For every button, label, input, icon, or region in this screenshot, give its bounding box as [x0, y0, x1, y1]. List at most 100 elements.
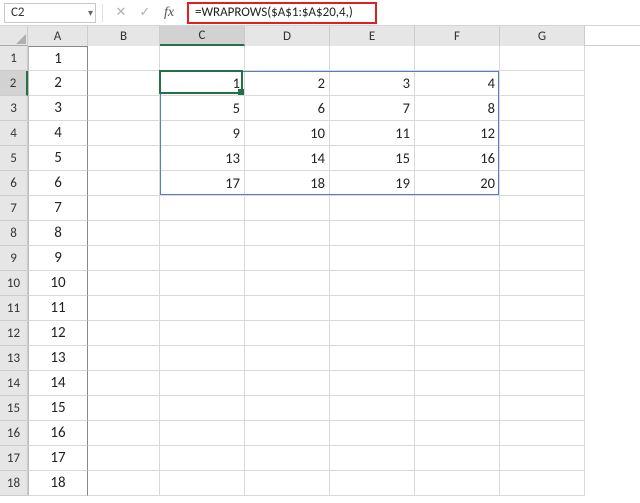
cell-C2[interactable]: 1: [160, 71, 245, 96]
column-header-C[interactable]: C: [160, 26, 245, 46]
cell-D11[interactable]: [245, 296, 330, 321]
fx-icon[interactable]: fx: [161, 5, 177, 21]
cell-C17[interactable]: [160, 446, 245, 471]
cell-F14[interactable]: [415, 371, 500, 396]
cell-G5[interactable]: [500, 146, 585, 171]
cell-D16[interactable]: [245, 421, 330, 446]
row-header-1[interactable]: 1: [0, 46, 28, 71]
cell-D15[interactable]: [245, 396, 330, 421]
cell-C15[interactable]: [160, 396, 245, 421]
row-header-10[interactable]: 10: [0, 271, 28, 296]
cell-B2[interactable]: [88, 71, 160, 96]
cell-D14[interactable]: [245, 371, 330, 396]
cell-F18[interactable]: [415, 471, 500, 496]
cell-F9[interactable]: [415, 246, 500, 271]
cell-G13[interactable]: [500, 346, 585, 371]
cell-F13[interactable]: [415, 346, 500, 371]
cell-E13[interactable]: [330, 346, 415, 371]
cell-C11[interactable]: [160, 296, 245, 321]
cell-B1[interactable]: [88, 46, 160, 71]
cell-A9[interactable]: 9: [28, 246, 88, 271]
cell-F6[interactable]: 20: [415, 171, 500, 196]
cell-F1[interactable]: [415, 46, 500, 71]
cell-G17[interactable]: [500, 446, 585, 471]
row-header-15[interactable]: 15: [0, 396, 28, 421]
row-header-3[interactable]: 3: [0, 96, 28, 121]
cell-C18[interactable]: [160, 471, 245, 496]
cell-B17[interactable]: [88, 446, 160, 471]
spreadsheet-grid[interactable]: ABCDEFG112212343356784491011125513141516…: [0, 26, 640, 496]
cell-B7[interactable]: [88, 196, 160, 221]
cell-A16[interactable]: 16: [28, 421, 88, 446]
cell-E16[interactable]: [330, 421, 415, 446]
select-all-corner[interactable]: [0, 26, 28, 46]
cell-A18[interactable]: 18: [28, 471, 88, 496]
cell-D18[interactable]: [245, 471, 330, 496]
row-header-13[interactable]: 13: [0, 346, 28, 371]
column-header-B[interactable]: B: [88, 26, 160, 46]
row-header-12[interactable]: 12: [0, 321, 28, 346]
cell-A1[interactable]: 1: [28, 46, 88, 71]
cell-E11[interactable]: [330, 296, 415, 321]
cell-B18[interactable]: [88, 471, 160, 496]
cell-F12[interactable]: [415, 321, 500, 346]
cell-A3[interactable]: 3: [28, 96, 88, 121]
cell-E8[interactable]: [330, 221, 415, 246]
column-header-F[interactable]: F: [415, 26, 500, 46]
cell-C12[interactable]: [160, 321, 245, 346]
cell-F4[interactable]: 12: [415, 121, 500, 146]
cell-E7[interactable]: [330, 196, 415, 221]
cell-G15[interactable]: [500, 396, 585, 421]
cell-B3[interactable]: [88, 96, 160, 121]
cell-B11[interactable]: [88, 296, 160, 321]
column-header-G[interactable]: G: [500, 26, 585, 46]
column-header-A[interactable]: A: [28, 26, 88, 46]
cell-F11[interactable]: [415, 296, 500, 321]
row-header-8[interactable]: 8: [0, 221, 28, 246]
cell-F16[interactable]: [415, 421, 500, 446]
cell-B16[interactable]: [88, 421, 160, 446]
cell-A8[interactable]: 8: [28, 221, 88, 246]
cell-G6[interactable]: [500, 171, 585, 196]
cell-E1[interactable]: [330, 46, 415, 71]
cell-C5[interactable]: 13: [160, 146, 245, 171]
cell-B14[interactable]: [88, 371, 160, 396]
cell-D2[interactable]: 2: [245, 71, 330, 96]
cell-D8[interactable]: [245, 221, 330, 246]
row-header-6[interactable]: 6: [0, 171, 28, 196]
row-header-4[interactable]: 4: [0, 121, 28, 146]
cell-G12[interactable]: [500, 321, 585, 346]
cell-G9[interactable]: [500, 246, 585, 271]
cell-D9[interactable]: [245, 246, 330, 271]
cell-C16[interactable]: [160, 421, 245, 446]
cell-F15[interactable]: [415, 396, 500, 421]
cell-F10[interactable]: [415, 271, 500, 296]
cell-D12[interactable]: [245, 321, 330, 346]
cell-C3[interactable]: 5: [160, 96, 245, 121]
cell-A17[interactable]: 17: [28, 446, 88, 471]
cell-A11[interactable]: 11: [28, 296, 88, 321]
cell-A5[interactable]: 5: [28, 146, 88, 171]
cell-G2[interactable]: [500, 71, 585, 96]
cell-E15[interactable]: [330, 396, 415, 421]
cell-E3[interactable]: 7: [330, 96, 415, 121]
cell-A6[interactable]: 6: [28, 171, 88, 196]
cell-B12[interactable]: [88, 321, 160, 346]
cell-B9[interactable]: [88, 246, 160, 271]
cell-C6[interactable]: 17: [160, 171, 245, 196]
cell-C4[interactable]: 9: [160, 121, 245, 146]
cell-E14[interactable]: [330, 371, 415, 396]
cell-C10[interactable]: [160, 271, 245, 296]
cell-G18[interactable]: [500, 471, 585, 496]
name-box[interactable]: C2 ▾: [4, 3, 96, 23]
cell-D13[interactable]: [245, 346, 330, 371]
column-header-D[interactable]: D: [245, 26, 330, 46]
cell-A2[interactable]: 2: [28, 71, 88, 96]
cell-G1[interactable]: [500, 46, 585, 71]
row-header-5[interactable]: 5: [0, 146, 28, 171]
cell-F17[interactable]: [415, 446, 500, 471]
cell-D17[interactable]: [245, 446, 330, 471]
cell-G10[interactable]: [500, 271, 585, 296]
row-header-2[interactable]: 2: [0, 71, 28, 96]
cell-A4[interactable]: 4: [28, 121, 88, 146]
